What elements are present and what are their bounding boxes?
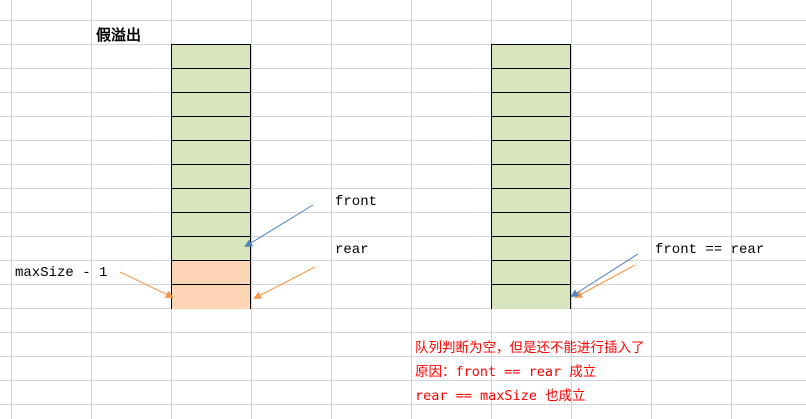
front-arrow <box>244 204 314 248</box>
arrows-layer <box>119 204 639 299</box>
right-front-arrow <box>570 253 639 298</box>
maxsize-arrow <box>119 271 174 299</box>
right-rear-arrow <box>574 264 636 298</box>
rear-arrow <box>253 266 316 299</box>
